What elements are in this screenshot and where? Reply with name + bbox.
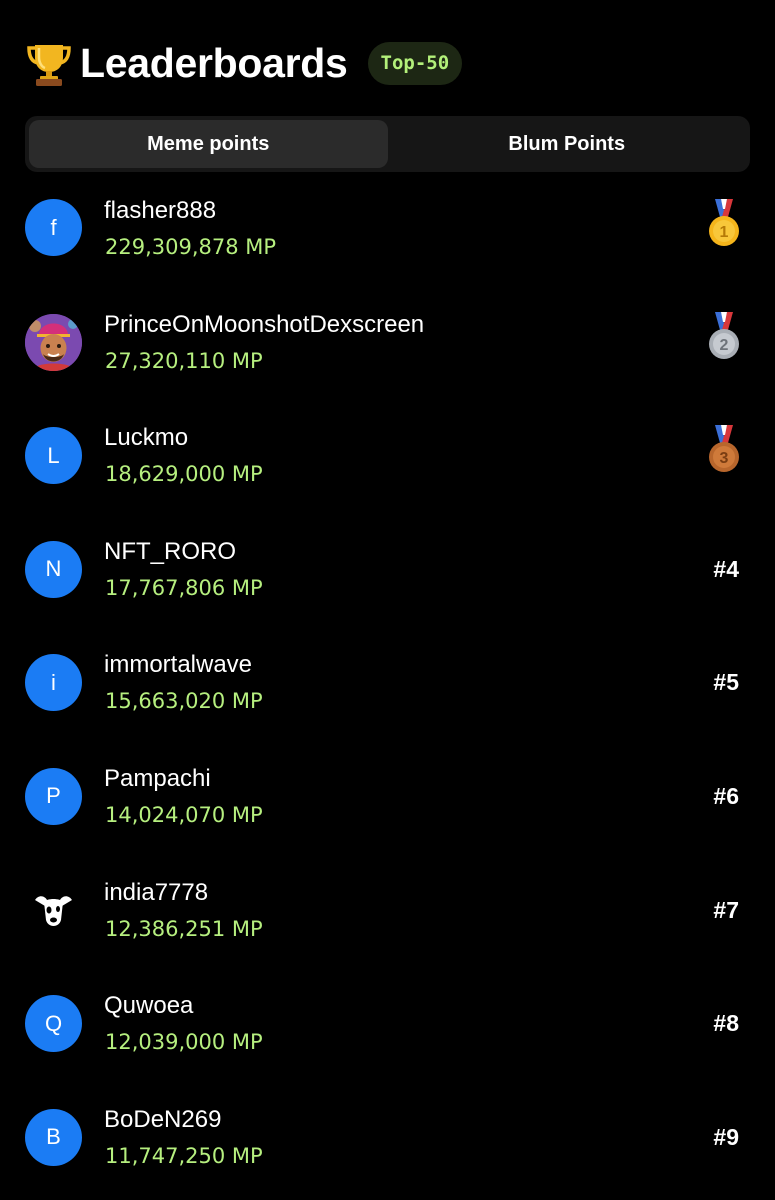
avatar: Q [25, 995, 82, 1053]
avatar [25, 881, 82, 939]
player-name: Pampachi [104, 764, 211, 792]
player-name: PrinceOnMoonshotDexscreen [104, 310, 425, 338]
leaderboard-row[interactable]: india7778 12,386,251 MP #7 [0, 854, 775, 968]
rank-number: #7 [713, 896, 739, 923]
medal-number: 2 [720, 337, 729, 354]
tab-blum-points[interactable]: Blum Points [388, 120, 747, 168]
trophy-icon [26, 39, 72, 87]
leaderboard-list: f flasher888 229,309,878 MP 1 PrinceOnMo… [0, 172, 775, 1194]
silver-medal-icon: 2 [707, 310, 741, 362]
avatar: i [25, 654, 82, 712]
player-name: Quwoea [104, 992, 194, 1020]
rank-number: #6 [713, 782, 739, 809]
leaderboard-row[interactable]: Q Quwoea 12,039,000 MP #8 [0, 967, 775, 1081]
player-name: india7778 [104, 878, 209, 906]
avatar [25, 313, 82, 371]
player-name: flasher888 [104, 197, 217, 224]
bronze-medal-icon: 3 [707, 423, 741, 475]
rank-number: #8 [713, 1010, 739, 1037]
avatar: N [25, 540, 82, 598]
rank-number: #9 [713, 1123, 739, 1150]
player-name: immortalwave [104, 651, 253, 679]
player-score: 12,039,000 MP [105, 1030, 263, 1055]
player-score: 14,024,070 MP [105, 802, 263, 827]
leaderboard-row[interactable]: B BoDeN269 11,747,250 MP #9 [0, 1081, 775, 1195]
leaderboard-row[interactable]: L Luckmo 18,629,000 MP 3 [0, 399, 775, 513]
player-score: 15,663,020 MP [105, 689, 263, 714]
player-score: 11,747,250 MP [105, 1143, 263, 1168]
player-name: BoDeN269 [104, 1105, 222, 1133]
leaderboard-row[interactable]: P Pampachi 14,024,070 MP #6 [0, 740, 775, 854]
player-name: Luckmo [104, 424, 189, 452]
avatar: L [25, 427, 82, 485]
top-50-badge: Top-50 [367, 41, 463, 85]
gold-medal-icon: 1 [707, 197, 741, 249]
rank-number: #4 [713, 555, 739, 582]
player-score: 229,309,878 MP [105, 235, 277, 259]
avatar: f [25, 199, 82, 256]
player-score: 27,320,110 MP [105, 348, 263, 373]
leaderboard-row[interactable]: f flasher888 229,309,878 MP 1 [0, 172, 775, 286]
page-title: Leaderboards [80, 39, 348, 86]
leaderboard-row[interactable]: N NFT_RORO 17,767,806 MP #4 [0, 513, 775, 627]
rank-number: #5 [713, 669, 739, 696]
player-name: NFT_RORO [104, 537, 236, 565]
medal-number: 1 [720, 224, 729, 241]
medal-number: 3 [720, 450, 729, 467]
avatar: P [25, 767, 82, 825]
avatar: B [25, 1108, 82, 1166]
tab-meme-points[interactable]: Meme points [29, 120, 388, 168]
leaderboard-row[interactable]: i immortalwave 15,663,020 MP #5 [0, 626, 775, 740]
leaderboard-row[interactable]: PrinceOnMoonshotDexscreen 27,320,110 MP … [0, 286, 775, 400]
player-score: 17,767,806 MP [105, 575, 263, 600]
player-score: 12,386,251 MP [105, 916, 263, 941]
leaderboard-header: Leaderboards Top-50 [26, 36, 463, 90]
player-score: 18,629,000 MP [105, 462, 263, 487]
points-tab-bar: Meme points Blum Points [25, 116, 750, 172]
